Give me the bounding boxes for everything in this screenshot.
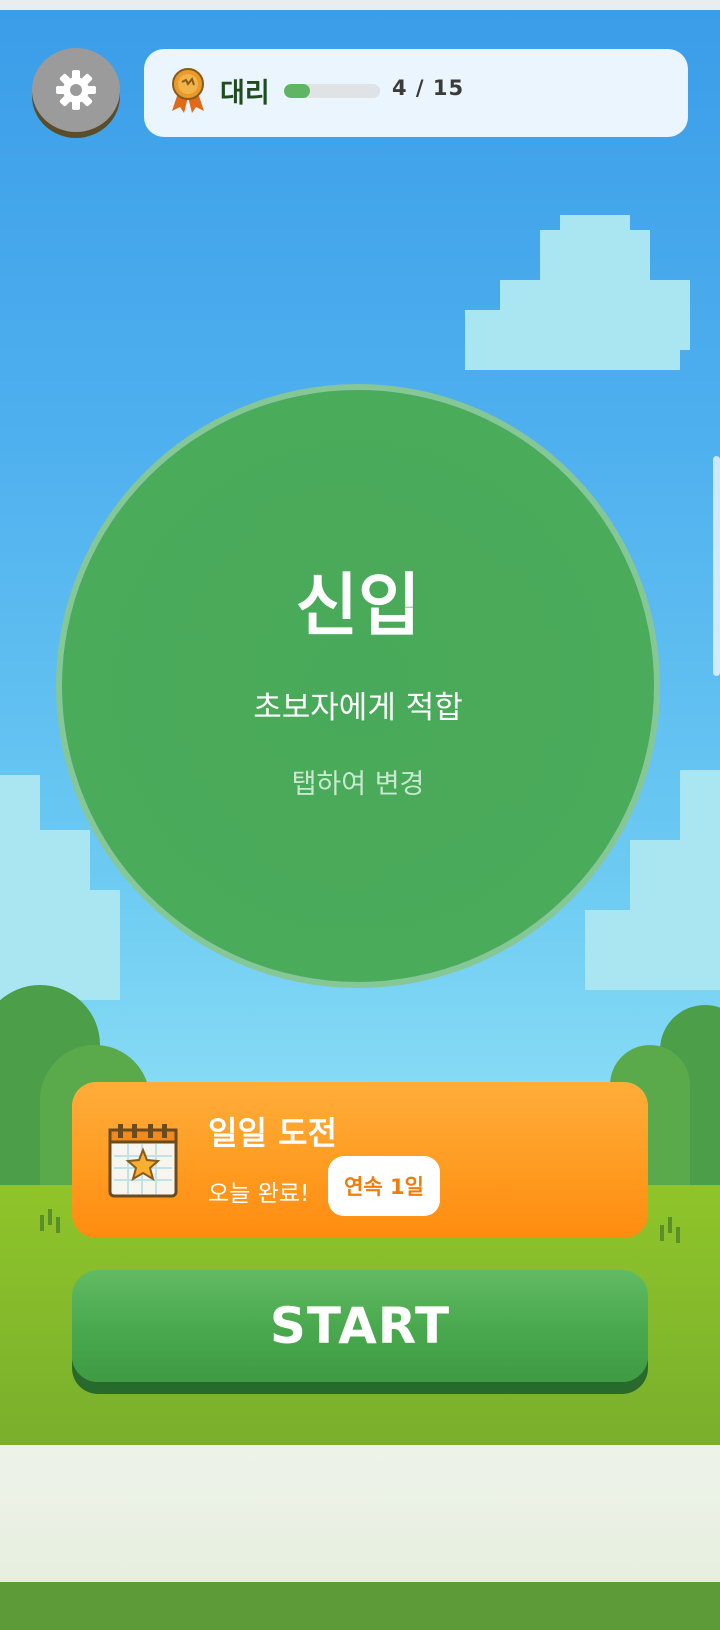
- rank-panel[interactable]: 대리 4 / 15: [144, 49, 688, 137]
- cloud: [0, 890, 120, 1000]
- difficulty-title: 신입: [295, 567, 421, 646]
- medal-icon: [172, 68, 204, 113]
- cloud: [465, 310, 680, 370]
- rank-progress-bar: [284, 84, 380, 98]
- rank-progress-fill: [284, 84, 310, 98]
- start-button-label: START: [269, 1297, 451, 1355]
- daily-challenge-status: 오늘 완료!: [208, 1181, 310, 1207]
- scrollbar[interactable]: [713, 456, 720, 676]
- cloud: [585, 910, 720, 990]
- gear-icon: [56, 70, 96, 110]
- difficulty-subtitle: 초보자에게 적합: [253, 690, 463, 726]
- bottom-bar: [0, 1582, 720, 1630]
- grass-tuft: [48, 1209, 52, 1225]
- grass-tuft: [56, 1217, 60, 1233]
- rank-progress-text: 4 / 15: [392, 76, 465, 100]
- daily-challenge-title: 일일 도전: [208, 1114, 337, 1152]
- daily-challenge-card[interactable]: 일일 도전 오늘 완료! 연속 1일: [72, 1082, 648, 1238]
- start-button[interactable]: START: [72, 1270, 648, 1382]
- grass-tuft: [668, 1217, 672, 1233]
- difficulty-selector[interactable]: 신입 초보자에게 적합 탭하여 변경: [62, 390, 654, 982]
- grass-tuft: [660, 1225, 664, 1241]
- status-strip: [0, 0, 720, 10]
- difficulty-hint: 탭하여 변경: [291, 769, 425, 800]
- calendar-star-icon: [108, 1124, 178, 1198]
- settings-button[interactable]: [32, 48, 120, 132]
- streak-badge: 연속 1일: [328, 1156, 440, 1216]
- rank-label: 대리: [220, 78, 270, 109]
- grass-tuft: [676, 1227, 680, 1243]
- grass-tuft: [40, 1215, 44, 1231]
- bottom-panel: [0, 1445, 720, 1582]
